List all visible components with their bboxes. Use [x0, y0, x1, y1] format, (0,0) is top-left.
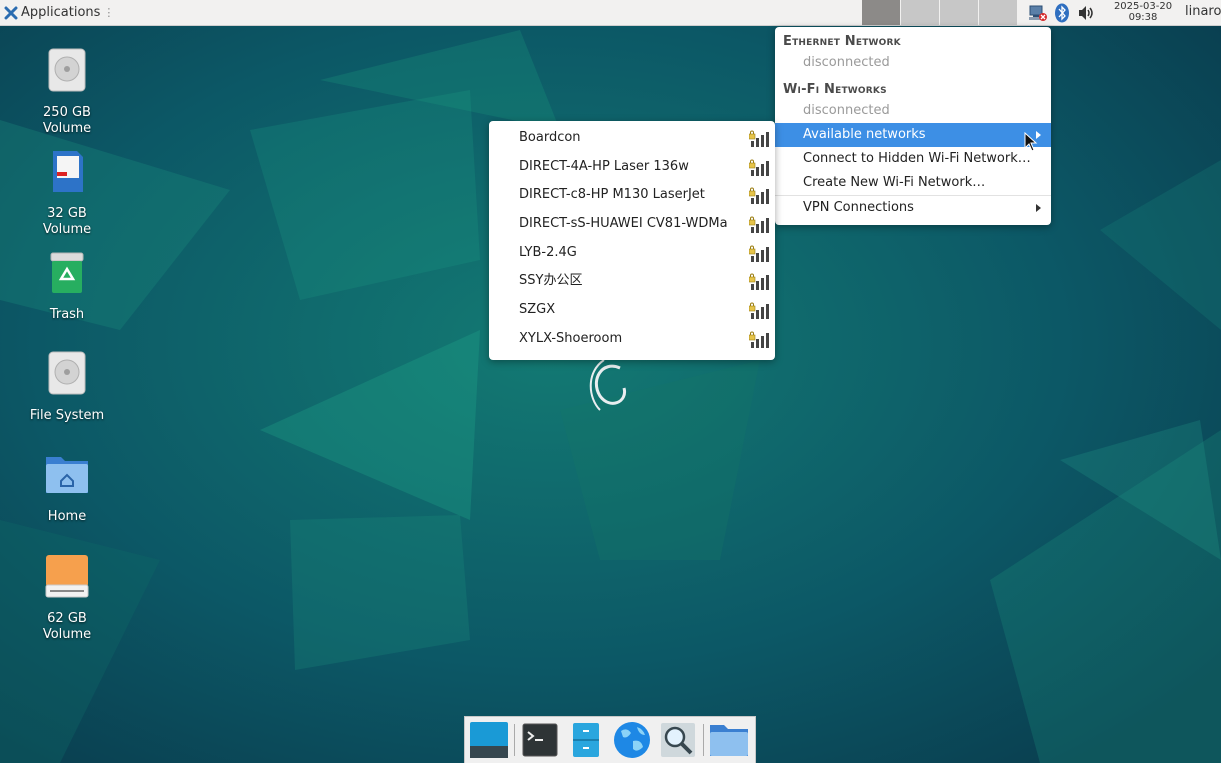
- wifi-network-item[interactable]: SZGX: [489, 296, 775, 325]
- menu-item-vpn-connections[interactable]: VPN Connections: [775, 196, 1051, 220]
- ethernet-status: disconnected: [803, 55, 890, 70]
- applications-label: Applications: [21, 5, 101, 20]
- drive-harddisk-icon: [48, 48, 86, 92]
- wifi-network-item[interactable]: SSY办公区: [489, 267, 775, 296]
- system-tray: [1028, 0, 1100, 25]
- removable-drive-icon: [45, 555, 89, 598]
- terminal-icon: [522, 723, 558, 757]
- wifi-secure-signal-icon: [749, 274, 769, 291]
- sd-card-icon: [53, 151, 83, 192]
- wifi-ssid: SZGX: [519, 302, 556, 318]
- wifi-secure-signal-icon: [749, 187, 769, 205]
- folder-button[interactable]: [708, 719, 750, 761]
- user-menu[interactable]: linaro: [1185, 0, 1221, 25]
- submenu-arrow-icon: [1036, 204, 1041, 212]
- desktop-icon-file-system[interactable]: File System: [22, 350, 112, 424]
- desktop-icon-label: Volume: [42, 222, 92, 237]
- menu-item-label: Available networks: [803, 127, 926, 142]
- wifi-secure-signal-icon: [749, 302, 769, 320]
- desktop-icon-label: Volume: [42, 627, 92, 642]
- dock-separator: [703, 724, 704, 756]
- applications-menu-button[interactable]: Applications ⋮: [0, 0, 118, 25]
- bluetooth-icon[interactable]: [1052, 3, 1072, 23]
- wifi-ssid: DIRECT-4A-HP Laser 136w: [519, 158, 689, 174]
- wifi-secure-signal-icon: [749, 216, 769, 234]
- workspace-switcher: [862, 0, 1018, 25]
- wifi-network-item[interactable]: DIRECT-sS-HUAWEI CV81-WDMa: [489, 210, 775, 239]
- wifi-network-item[interactable]: DIRECT-4A-HP Laser 136w: [489, 153, 775, 182]
- web-browser-icon: [614, 722, 650, 758]
- desktop-icon-label: Trash: [49, 307, 85, 322]
- ethernet-header: Ethernet Network: [783, 34, 901, 49]
- wifi-header: Wi-Fi Networks: [783, 82, 887, 97]
- dock-separator: [514, 724, 515, 756]
- web-browser-button[interactable]: [611, 719, 653, 761]
- show-desktop-icon: [470, 722, 508, 758]
- terminal-button[interactable]: [519, 719, 561, 761]
- wifi-secure-signal-icon: [749, 130, 769, 147]
- network-disconnected-icon[interactable]: [1028, 3, 1048, 23]
- workspace-3[interactable]: [940, 0, 978, 25]
- wifi-ssid: DIRECT-c8-HP M130 LaserJet: [519, 187, 705, 203]
- desktop-icon-label: 32 GB: [47, 206, 87, 221]
- wifi-ssid: DIRECT-sS-HUAWEI CV81-WDMa: [519, 216, 728, 232]
- desktop-icon-label: 250 GB: [43, 105, 91, 120]
- desktop-icon-62gb-volume[interactable]: 62 GB Volume: [22, 553, 112, 643]
- clock[interactable]: 2025-03-20 09:38: [1108, 0, 1178, 26]
- workspace-1[interactable]: [862, 0, 900, 25]
- desktop-icon-32gb-volume[interactable]: 32 GB Volume: [22, 148, 112, 238]
- desktop-icon-250gb-volume[interactable]: 250 GB Volume: [22, 47, 112, 137]
- available-networks-submenu: Boardcon DIRECT-4A-HP Laser 136w DIRECT-…: [489, 121, 775, 360]
- desktop-icon-label: File System: [29, 408, 105, 423]
- menu-item-create-new[interactable]: Create New Wi-Fi Network…: [775, 171, 1051, 195]
- file-manager-icon: [573, 723, 599, 757]
- desktop-icon-label: Volume: [42, 121, 92, 136]
- wifi-network-item[interactable]: DIRECT-c8-HP M130 LaserJet: [489, 181, 775, 210]
- desktop-icon-trash[interactable]: Trash: [22, 249, 112, 323]
- wifi-secure-signal-icon: [749, 331, 769, 348]
- wifi-ssid: SSY办公区: [519, 273, 583, 289]
- panel-grip-icon: ⋮: [103, 6, 115, 19]
- top-panel: Applications ⋮ 2025-03-20 09:38 linaro: [0, 0, 1221, 26]
- wifi-secure-signal-icon: [749, 159, 769, 176]
- network-applet-menu: Ethernet Network disconnected Wi-Fi Netw…: [775, 27, 1051, 225]
- menu-item-available-networks[interactable]: Available networks: [775, 123, 1051, 147]
- wifi-status: disconnected: [803, 103, 890, 118]
- wifi-secure-signal-icon: [749, 245, 769, 262]
- wifi-network-item[interactable]: XYLX-Shoeroom: [489, 325, 775, 354]
- desktop-icon-home[interactable]: Home: [22, 451, 112, 525]
- folder-icon: [710, 725, 748, 756]
- home-folder-icon: [46, 457, 88, 493]
- desktop-icon-label: 62 GB: [47, 611, 87, 626]
- wifi-ssid: Boardcon: [519, 130, 581, 145]
- clock-date: 2025-03-20: [1113, 1, 1173, 12]
- wifi-ssid: XYLX-Shoeroom: [519, 330, 623, 346]
- app-finder-button[interactable]: [657, 719, 699, 761]
- volume-icon[interactable]: [1076, 3, 1096, 23]
- menu-item-label: VPN Connections: [803, 200, 914, 215]
- workspace-4[interactable]: [979, 0, 1017, 25]
- show-desktop-button[interactable]: [468, 719, 510, 761]
- app-finder-icon: [661, 723, 695, 757]
- menu-item-connect-hidden[interactable]: Connect to Hidden Wi-Fi Network…: [775, 147, 1051, 171]
- file-manager-button[interactable]: [565, 719, 607, 761]
- xfce-logo-icon: [4, 6, 18, 19]
- workspace-2[interactable]: [901, 0, 939, 25]
- wifi-network-item[interactable]: LYB-2.4G: [489, 239, 775, 268]
- mouse-pointer-icon: [1024, 132, 1038, 152]
- trash-icon: [50, 252, 84, 293]
- desktop-icon-label: Home: [47, 509, 87, 524]
- bottom-dock: [464, 716, 756, 763]
- wifi-network-item[interactable]: Boardcon: [489, 124, 775, 153]
- drive-harddisk-icon: [48, 351, 86, 395]
- wifi-ssid: LYB-2.4G: [519, 244, 577, 260]
- clock-time: 09:38: [1128, 12, 1158, 23]
